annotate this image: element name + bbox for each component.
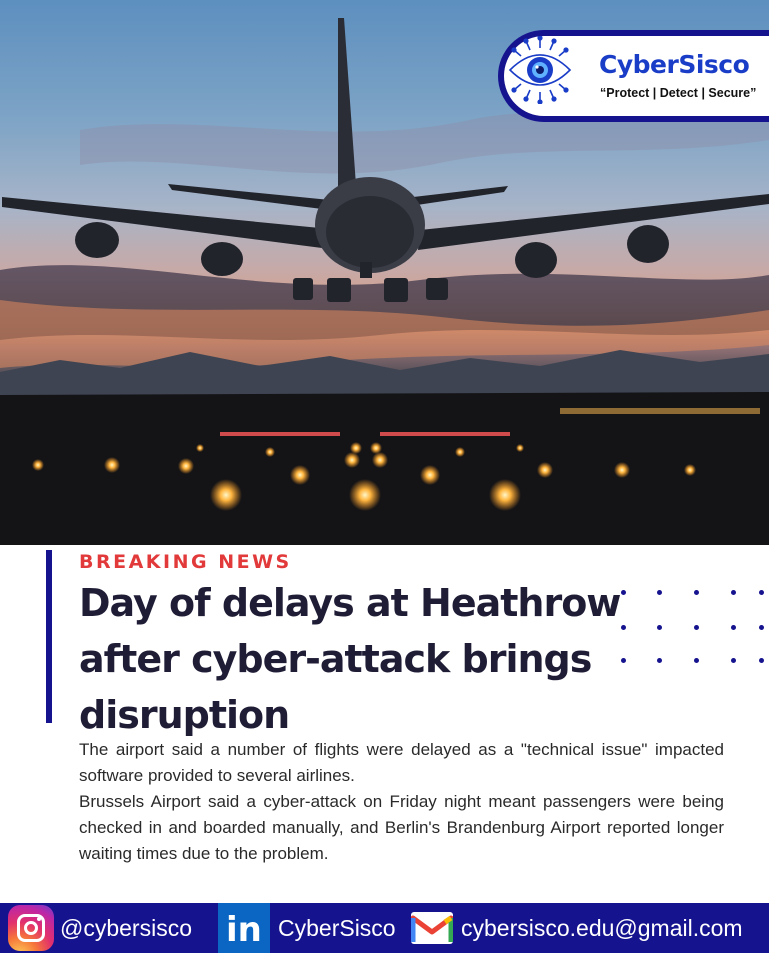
hero-image: CyberSisco “Protect | Detect | Secure” bbox=[0, 0, 769, 545]
decorative-dot-grid bbox=[614, 588, 764, 668]
linkedin-link[interactable]: in CyberSisco bbox=[218, 903, 396, 953]
instagram-link[interactable]: @cybersisco bbox=[8, 903, 192, 953]
email-address: cybersisco.edu@gmail.com bbox=[461, 914, 743, 941]
article-body: The airport said a number of flights wer… bbox=[79, 737, 724, 867]
eye-circuit-icon bbox=[508, 36, 572, 104]
instagram-handle: @cybersisco bbox=[60, 914, 192, 941]
gmail-icon bbox=[411, 912, 453, 944]
article-paragraph: The airport said a number of flights wer… bbox=[79, 740, 724, 785]
brand-name: CyberSisco bbox=[599, 50, 750, 79]
linkedin-handle: CyberSisco bbox=[278, 914, 396, 941]
linkedin-icon: in bbox=[218, 903, 270, 953]
instagram-icon bbox=[8, 905, 54, 951]
social-footer: @cybersisco in CyberSisco cybersisco.edu… bbox=[0, 903, 769, 953]
article-headline: Day of delays at Heathrow after cyber-at… bbox=[79, 581, 621, 737]
brand-tagline: “Protect | Detect | Secure” bbox=[600, 86, 757, 100]
breaking-news-label: BREAKING NEWS bbox=[79, 551, 292, 573]
email-link[interactable]: cybersisco.edu@gmail.com bbox=[411, 903, 743, 953]
cybersisco-logo: CyberSisco “Protect | Detect | Secure” bbox=[498, 30, 769, 122]
article-paragraph: Brussels Airport said a cyber-attack on … bbox=[79, 792, 724, 863]
accent-bar bbox=[46, 550, 52, 723]
